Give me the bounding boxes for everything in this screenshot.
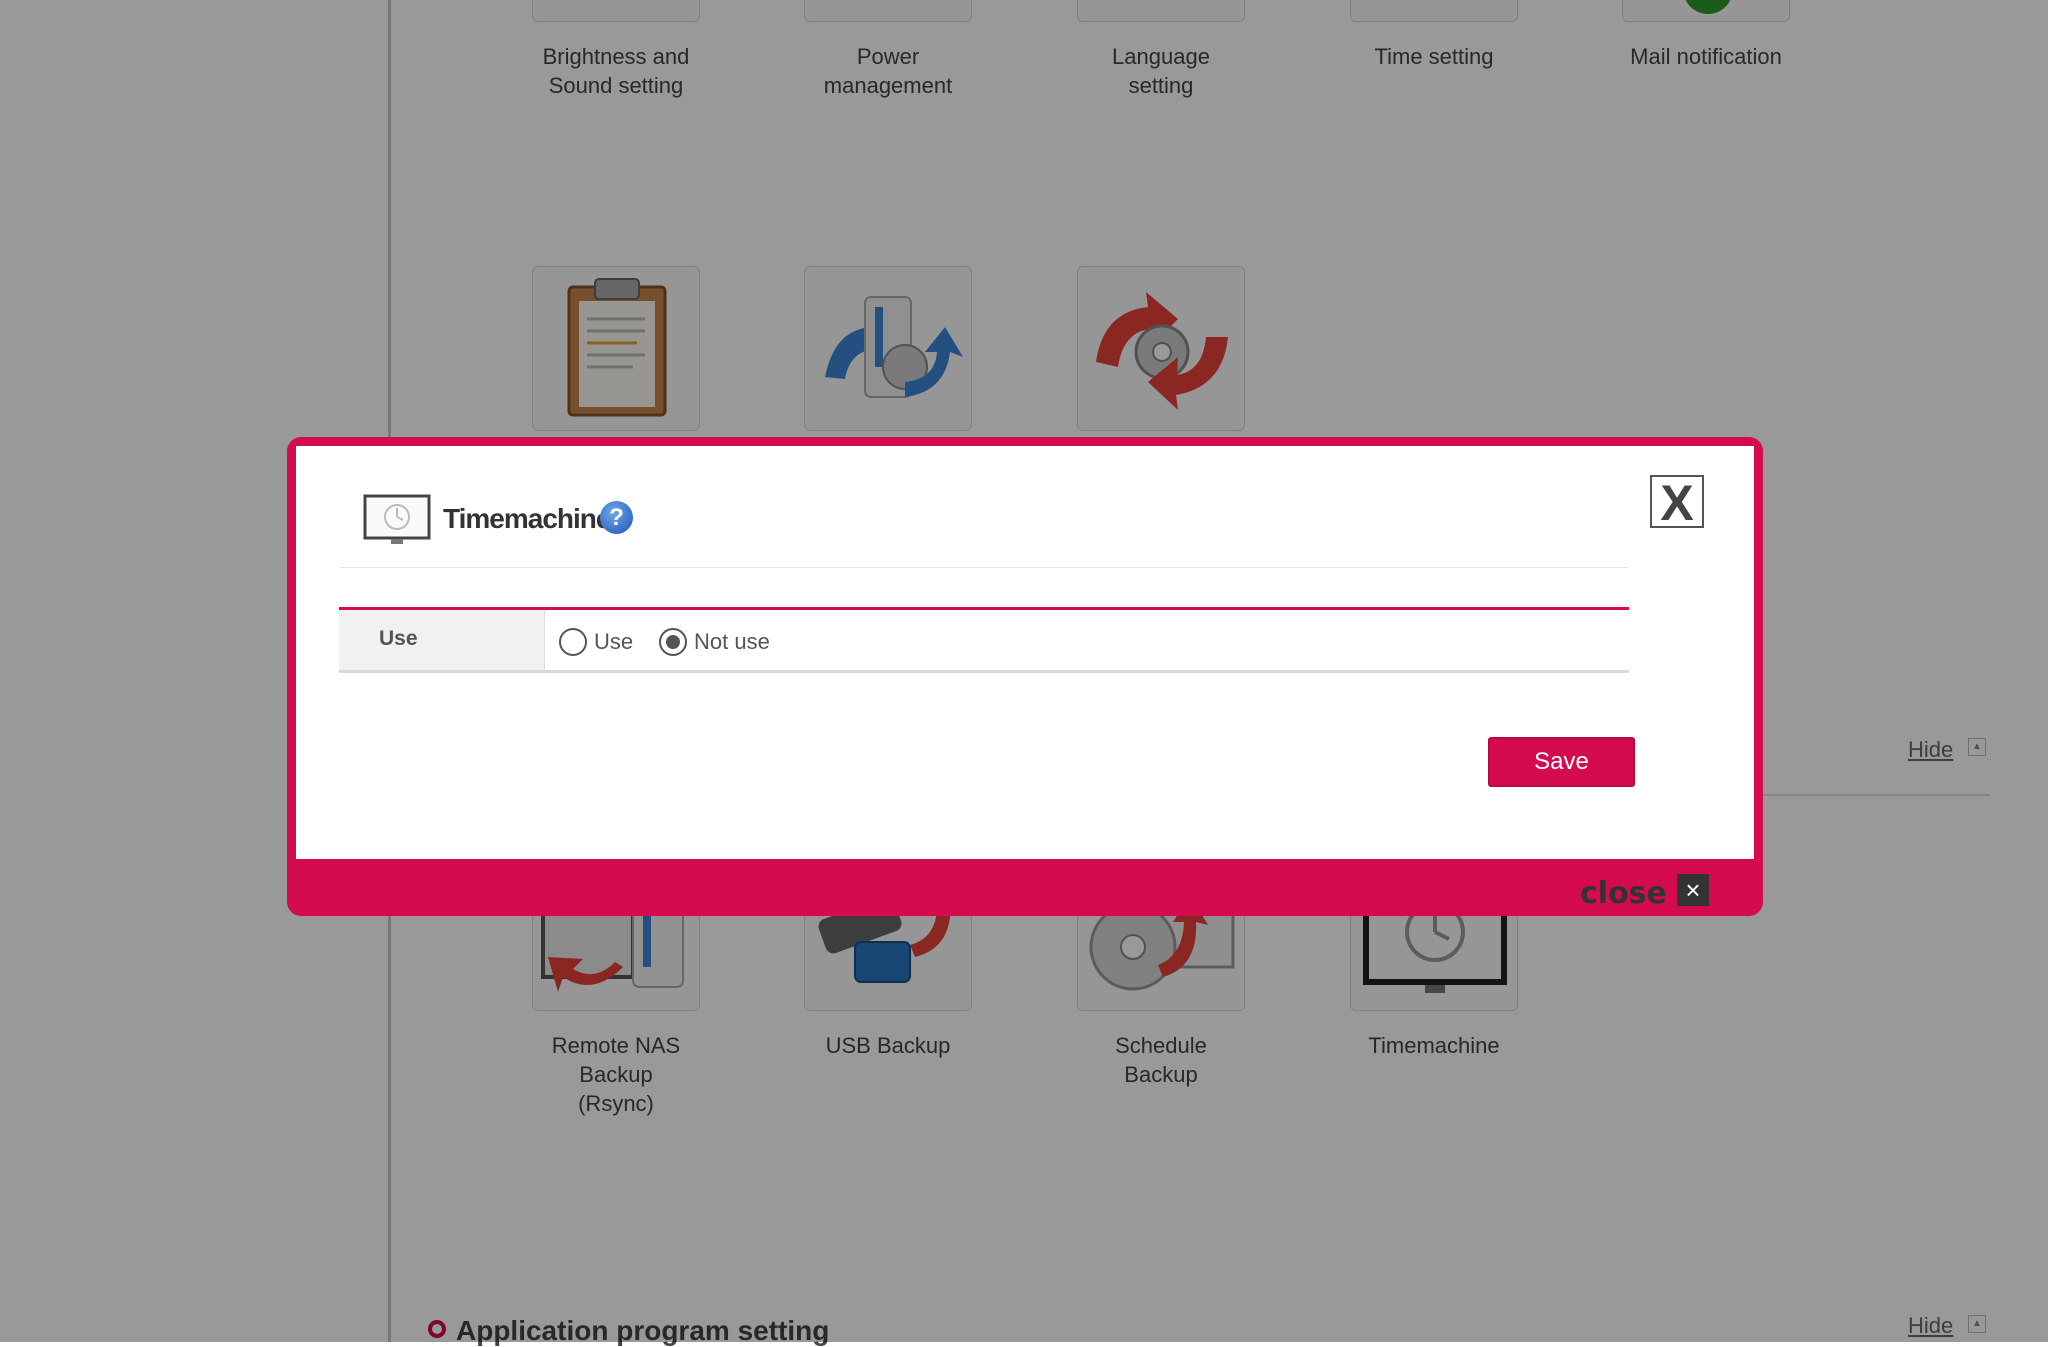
radio-not-use-label[interactable]: Not use <box>694 629 770 655</box>
dialog-title: Timemachine <box>443 503 611 534</box>
radio-use-label[interactable]: Use <box>594 629 633 655</box>
radio-not-use[interactable] <box>659 628 687 656</box>
footer-close-icon[interactable]: × <box>1677 874 1709 906</box>
radio-use[interactable] <box>559 628 587 656</box>
save-button[interactable]: Save <box>1488 737 1635 787</box>
field-label: Use <box>379 627 418 650</box>
use-setting-row: Use Use Not use <box>339 607 1629 673</box>
timemachine-monitor-icon <box>363 494 431 544</box>
footer-close-label[interactable]: close <box>1580 876 1667 911</box>
title-divider <box>339 567 1629 568</box>
help-icon[interactable]: ? <box>600 501 633 534</box>
close-icon[interactable]: X <box>1650 475 1704 530</box>
timemachine-dialog: Timemachine ? X Use Use Not use Save clo… <box>287 437 1763 916</box>
field-label-cell: Use <box>339 610 545 670</box>
dialog-body: Timemachine ? X Use Use Not use Save <box>296 446 1754 859</box>
